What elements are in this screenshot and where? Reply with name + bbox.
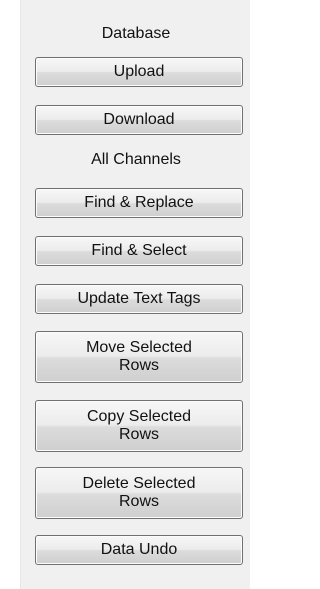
data-undo-button[interactable]: Data Undo bbox=[35, 535, 243, 565]
update-text-tags-button[interactable]: Update Text Tags bbox=[35, 284, 243, 314]
update-text-tags-button-label: Update Text Tags bbox=[77, 290, 201, 307]
delete-selected-rows-label-line1: Delete Selected bbox=[82, 475, 196, 492]
upload-button-label: Upload bbox=[113, 63, 165, 80]
channel-tools-panel: Database Upload Download All Channels Fi… bbox=[20, 0, 250, 589]
copy-selected-rows-label-line1: Copy Selected bbox=[86, 408, 192, 425]
move-selected-rows-label-line2: Rows bbox=[118, 357, 159, 374]
upload-button[interactable]: Upload bbox=[35, 57, 243, 87]
find-select-button-label: Find & Select bbox=[91, 242, 187, 259]
find-replace-button[interactable]: Find & Replace bbox=[35, 188, 243, 218]
all-channels-heading: All Channels bbox=[91, 151, 181, 168]
download-button-label: Download bbox=[103, 111, 175, 128]
delete-selected-rows-label-line2: Rows bbox=[118, 493, 159, 510]
copy-selected-rows-button[interactable]: Copy Selected Rows bbox=[35, 400, 243, 452]
delete-selected-rows-button[interactable]: Delete Selected Rows bbox=[35, 467, 243, 519]
data-undo-button-label: Data Undo bbox=[100, 541, 178, 558]
database-heading: Database bbox=[101, 25, 171, 42]
copy-selected-rows-label-line2: Rows bbox=[118, 426, 159, 443]
download-button[interactable]: Download bbox=[35, 105, 243, 135]
move-selected-rows-label-line1: Move Selected bbox=[86, 339, 192, 356]
find-select-button[interactable]: Find & Select bbox=[35, 236, 243, 266]
move-selected-rows-button[interactable]: Move Selected Rows bbox=[35, 331, 243, 383]
find-replace-button-label: Find & Replace bbox=[84, 194, 194, 211]
